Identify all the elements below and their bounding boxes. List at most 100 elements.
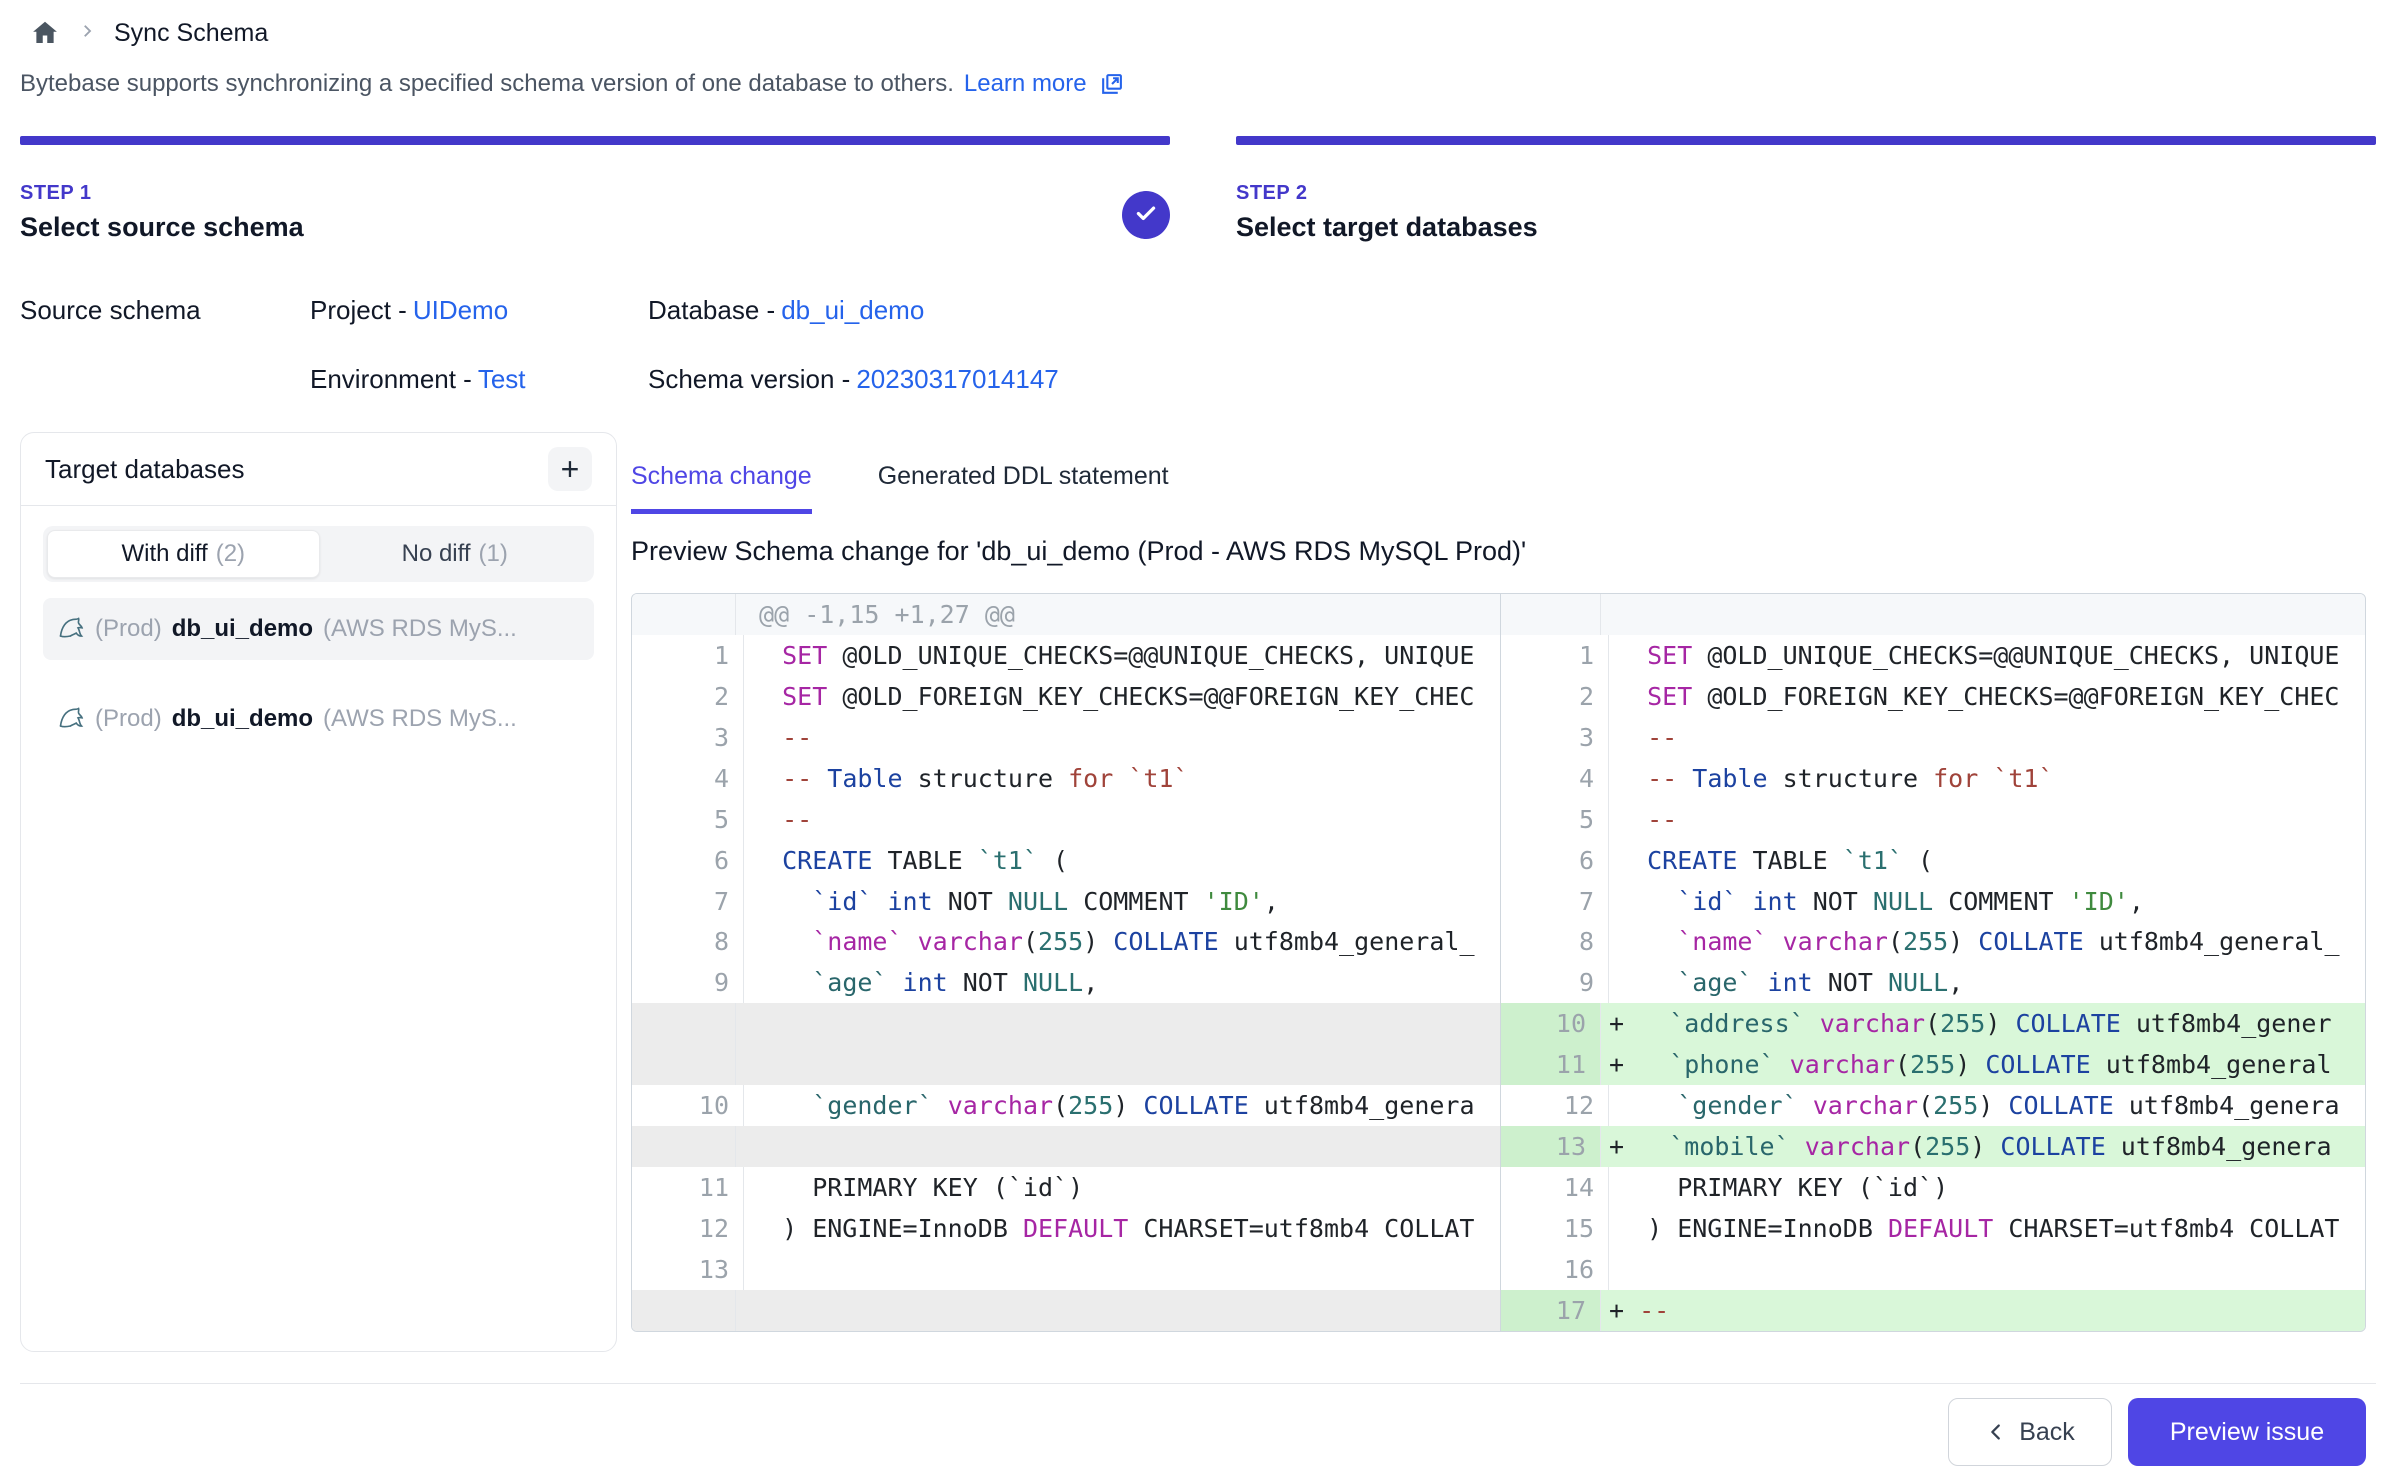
line-number: 4 (640, 758, 744, 799)
diff-row: 16 (1501, 1249, 2365, 1290)
target-databases-header: Target databases + (21, 433, 616, 506)
step2-title: Select target databases (1236, 212, 1538, 243)
learn-more-link[interactable]: Learn more (964, 70, 1087, 98)
plus-icon: + (561, 453, 580, 485)
step1-progress-bar (20, 136, 1170, 145)
home-icon[interactable] (30, 18, 60, 48)
line-number: 12 (1509, 1085, 1609, 1126)
source-schema-label: Source schema (20, 295, 201, 326)
line-number: 3 (640, 717, 744, 758)
schema-version-link[interactable]: 20230317014147 (856, 364, 1058, 394)
page-title: Sync Schema (114, 19, 268, 48)
mysql-icon (57, 705, 85, 733)
environment-field: Environment -Test (310, 364, 648, 395)
diff-row: 9 `age` int NOT NULL, (1501, 962, 2365, 1003)
breadcrumb: Sync Schema (30, 14, 268, 52)
line-number: 9 (1509, 962, 1609, 1003)
line-number: 8 (1509, 921, 1609, 962)
footer-divider (20, 1383, 2376, 1384)
line-number: 3 (1509, 717, 1609, 758)
line-number: 11 (1501, 1044, 1601, 1085)
add-target-database-button[interactable]: + (548, 447, 592, 491)
diff-row-added: 10+ `address` varchar(255) COLLATE utf8m… (1501, 1003, 2365, 1044)
line-number: 15 (1509, 1208, 1609, 1249)
diff-row: @@ -1,15 +1,27 @@ (632, 594, 1500, 635)
code-line: `name` varchar(255) COLLATE utf8mb4_gene… (744, 921, 1500, 962)
line-number (632, 1126, 736, 1167)
diff-row: 8 `name` varchar(255) COLLATE utf8mb4_ge… (632, 921, 1500, 962)
diff-filter-no-diff[interactable]: No diff(1) (320, 530, 591, 578)
step1-title: Select source schema (20, 212, 304, 243)
database-field: Database -db_ui_demo (648, 295, 1059, 326)
line-number: 13 (640, 1249, 744, 1290)
diff-row: 11 PRIMARY KEY (`id`) (632, 1167, 1500, 1208)
preview-issue-button[interactable]: Preview issue (2128, 1398, 2366, 1466)
line-number (632, 1003, 736, 1044)
mysql-icon (57, 615, 85, 643)
target-database-item[interactable]: (Prod)db_ui_demo(AWS RDS MyS... (43, 598, 594, 660)
code-line: `age` int NOT NULL, (1609, 962, 2365, 1003)
schema-version-field: Schema version -20230317014147 (648, 364, 1059, 395)
diff-row-placeholder (632, 1044, 1500, 1085)
code-line: SET @OLD_UNIQUE_CHECKS=@@UNIQUE_CHECKS, … (1609, 635, 2365, 676)
line-number: 6 (640, 840, 744, 881)
target-database-item[interactable]: (Prod)db_ui_demo(AWS RDS MyS... (43, 688, 594, 750)
diff-filter-with-diff[interactable]: With diff (2) (47, 530, 320, 578)
code-line: `gender` varchar(255) COLLATE utf8mb4_ge… (1609, 1085, 2365, 1126)
code-line: + `address` varchar(255) COLLATE utf8mb4… (1601, 1003, 2365, 1044)
line-number: 16 (1509, 1249, 1609, 1290)
line-number: 2 (1509, 676, 1609, 717)
diff-row: 3 -- (1501, 717, 2365, 758)
diff-row: 4 -- Table structure for `t1` (632, 758, 1500, 799)
code-line: `id` int NOT NULL COMMENT 'ID', (1609, 881, 2365, 922)
diff-row: 10 `gender` varchar(255) COLLATE utf8mb4… (632, 1085, 1500, 1126)
db-environment: (Prod) (95, 615, 162, 643)
code-line: -- (1609, 799, 2365, 840)
code-line (736, 1003, 1500, 1044)
diff-row-added: 13+ `mobile` varchar(255) COLLATE utf8mb… (1501, 1126, 2365, 1167)
code-line: PRIMARY KEY (`id`) (744, 1167, 1500, 1208)
check-icon (1133, 200, 1159, 231)
code-line: -- Table structure for `t1` (1609, 758, 2365, 799)
filter-count: (2) (216, 540, 245, 568)
diff-row-placeholder (632, 1290, 1500, 1331)
filter-label: With diff (121, 540, 207, 568)
back-button[interactable]: Back (1948, 1398, 2112, 1466)
code-line: SET @OLD_FOREIGN_KEY_CHECKS=@@FOREIGN_KE… (1609, 676, 2365, 717)
code-line (1601, 594, 2365, 635)
diff-row: 5 -- (1501, 799, 2365, 840)
code-line: ) ENGINE=InnoDB DEFAULT CHARSET=utf8mb4 … (1609, 1208, 2365, 1249)
external-link-icon[interactable] (1099, 72, 1124, 97)
tab-schema-change[interactable]: Schema change (631, 462, 812, 514)
project-link[interactable]: UIDemo (413, 295, 508, 325)
code-line: `age` int NOT NULL, (744, 962, 1500, 1003)
diff-row: 1 SET @OLD_UNIQUE_CHECKS=@@UNIQUE_CHECKS… (632, 635, 1500, 676)
line-number: 5 (640, 799, 744, 840)
diff-pane-source: @@ -1,15 +1,27 @@1 SET @OLD_UNIQUE_CHECK… (632, 594, 1501, 1331)
diff-row-placeholder (632, 1003, 1500, 1044)
diff-row: 14 PRIMARY KEY (`id`) (1501, 1167, 2365, 1208)
code-line: `gender` varchar(255) COLLATE utf8mb4_ge… (744, 1085, 1500, 1126)
code-line: CREATE TABLE `t1` ( (1609, 840, 2365, 881)
diff-row: 6 CREATE TABLE `t1` ( (1501, 840, 2365, 881)
diff-row: 7 `id` int NOT NULL COMMENT 'ID', (1501, 881, 2365, 922)
database-link[interactable]: db_ui_demo (781, 295, 924, 325)
schema-diff-viewer[interactable]: @@ -1,15 +1,27 @@1 SET @OLD_UNIQUE_CHECK… (631, 593, 2366, 1332)
diff-row: 4 -- Table structure for `t1` (1501, 758, 2365, 799)
code-line (1609, 1249, 2365, 1290)
diff-row-added: 17+ -- (1501, 1290, 2365, 1331)
diff-row: 13 (632, 1249, 1500, 1290)
code-line: PRIMARY KEY (`id`) (1609, 1167, 2365, 1208)
line-number: 7 (1509, 881, 1609, 922)
code-line: -- (744, 799, 1500, 840)
environment-link[interactable]: Test (478, 364, 526, 394)
code-line (736, 1044, 1500, 1085)
diff-pane-target: 1 SET @OLD_UNIQUE_CHECKS=@@UNIQUE_CHECKS… (1501, 594, 2365, 1331)
source-schema-fields: Project -UIDemo Database -db_ui_demo Env… (310, 295, 1059, 395)
line-number (632, 594, 736, 635)
description-text: Bytebase supports synchronizing a specif… (20, 70, 954, 98)
line-number (632, 1044, 736, 1085)
line-number: 6 (1509, 840, 1609, 881)
db-instance: (AWS RDS MyS... (323, 705, 517, 733)
tab-generated-ddl[interactable]: Generated DDL statement (878, 462, 1169, 514)
